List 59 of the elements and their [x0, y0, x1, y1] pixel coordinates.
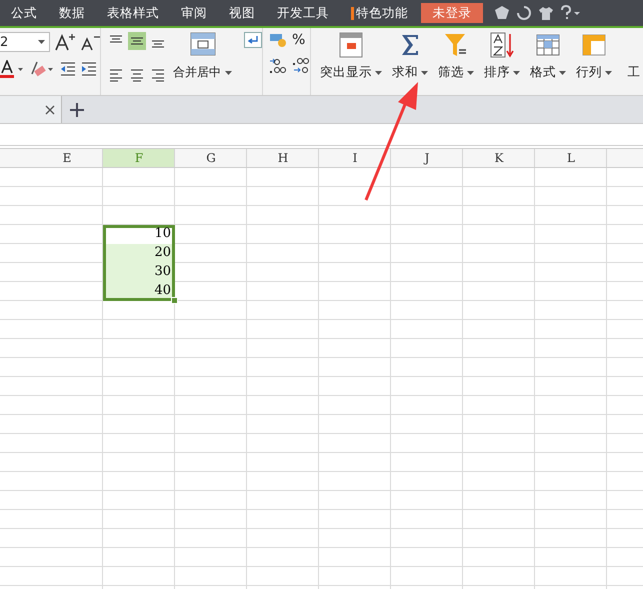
table-cell[interactable]: 40 — [103, 282, 175, 301]
column-header[interactable]: I — [319, 149, 391, 167]
ribbon-button[interactable]: 突出显示 — [315, 32, 387, 91]
caret-icon — [467, 70, 474, 74]
column-header[interactable]: H — [247, 149, 319, 167]
caret-icon — [559, 70, 566, 74]
column-header[interactable]: E — [31, 149, 103, 167]
column-header[interactable]: K — [463, 149, 535, 167]
merge-cells-icon[interactable] — [190, 32, 216, 56]
menu-tab[interactable]: 开发工具 — [266, 4, 340, 22]
table-cell[interactable]: 30 — [103, 263, 175, 282]
column-header[interactable]: L — [535, 149, 607, 167]
increase-decimal-icon[interactable] — [269, 56, 287, 74]
caret-icon — [513, 70, 520, 74]
table-grid-icon — [536, 32, 560, 58]
rows-columns-icon — [582, 32, 606, 58]
menu-tab[interactable]: 表格样式 — [96, 4, 170, 22]
shirt-icon[interactable] — [538, 5, 554, 21]
menu-tab[interactable]: 数据 — [48, 4, 96, 22]
wrap-text-icon[interactable] — [244, 32, 262, 48]
filter-button[interactable]: 筛选 — [433, 32, 479, 91]
grow-font-icon[interactable] — [55, 33, 75, 51]
column-header[interactable]: G — [175, 149, 247, 167]
help-icon[interactable] — [560, 5, 582, 21]
ribbon-button[interactable]: 格式 — [525, 32, 571, 91]
column-header[interactable]: J — [391, 149, 463, 167]
menu-tab[interactable]: 特色功能 — [340, 4, 419, 22]
caret-icon[interactable] — [38, 40, 45, 44]
ribbon-button[interactable]: 工 — [617, 32, 643, 91]
font-color-icon[interactable] — [0, 60, 24, 78]
decrease-indent-icon[interactable] — [60, 61, 76, 77]
add-tab-icon[interactable] — [70, 102, 84, 116]
close-icon[interactable] — [45, 104, 55, 114]
eraser-icon[interactable] — [29, 60, 55, 78]
table-cell[interactable]: 10 — [103, 225, 175, 244]
align-middle-icon[interactable] — [128, 32, 146, 50]
sort-icon — [490, 32, 514, 58]
table-cell[interactable]: 20 — [103, 244, 175, 263]
highlight-cells-icon — [339, 32, 363, 58]
menu-tab[interactable]: 审阅 — [170, 4, 218, 22]
shield-icon[interactable] — [494, 5, 510, 21]
fill-handle[interactable] — [171, 297, 178, 304]
refresh-icon[interactable] — [516, 5, 532, 21]
menu-tab[interactable]: 公式 — [0, 4, 48, 22]
increase-indent-icon[interactable] — [81, 61, 97, 77]
currency-icon[interactable] — [269, 32, 287, 48]
sort-button[interactable]: 排序 — [479, 32, 525, 91]
sum-button[interactable]: 求和 — [387, 32, 433, 91]
percent-button[interactable]: % — [292, 32, 306, 48]
caret-icon — [421, 70, 428, 74]
menu-tab[interactable]: 视图 — [218, 4, 266, 22]
ribbon-button[interactable]: 行列 — [571, 32, 617, 91]
caret-icon — [375, 70, 382, 74]
caret-icon — [225, 70, 232, 74]
funnel-icon — [444, 32, 468, 58]
font-size-field[interactable]: 2 — [0, 32, 50, 52]
merge-center-button[interactable]: 合并居中 — [173, 64, 232, 81]
decrease-decimal-icon[interactable] — [292, 56, 310, 74]
caret-icon — [605, 70, 612, 74]
